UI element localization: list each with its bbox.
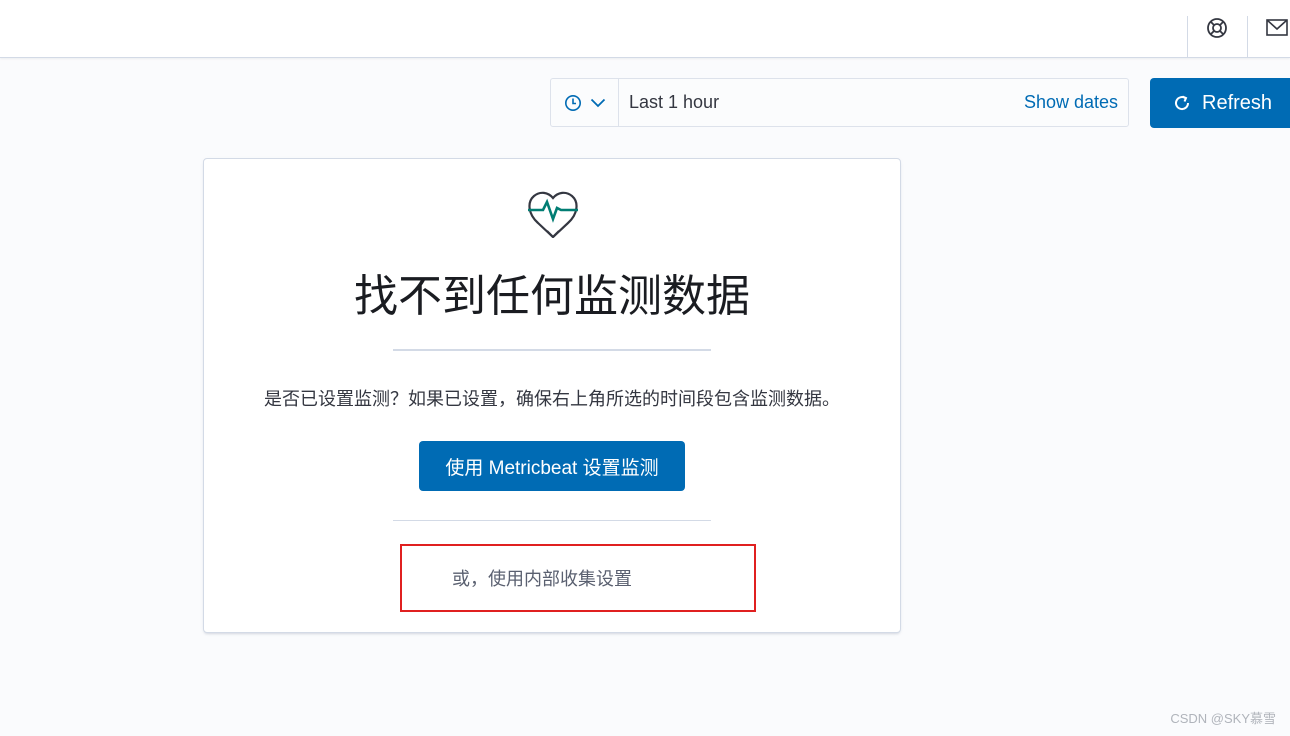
super-date-picker: Last 1 hour Show dates (550, 78, 1129, 127)
quick-select-button[interactable] (551, 79, 619, 126)
mail-icon[interactable] (1266, 19, 1288, 37)
watermark: CSDN @SKY慕雪 (1170, 711, 1276, 726)
panel-description: 是否已设置监测？如果已设置，确保右上角所选的时间段包含监测数据。 (264, 389, 840, 409)
clock-icon (564, 94, 581, 111)
heart-pulse-icon (528, 191, 578, 238)
chevron-down-icon (590, 98, 605, 107)
help-icon[interactable] (1206, 17, 1228, 39)
show-dates-link[interactable]: Show dates (1024, 79, 1118, 126)
date-range-label[interactable]: Last 1 hour (629, 79, 719, 126)
refresh-icon (1175, 95, 1190, 111)
top-header (0, 0, 1290, 58)
button-divider (393, 520, 711, 521)
header-divider (1187, 16, 1188, 57)
refresh-button[interactable]: Refresh (1150, 78, 1290, 128)
page-title: 找不到任何监测数据 (354, 272, 750, 321)
no-data-panel: 找不到任何监测数据 是否已设置监测？如果已设置，确保右上角所选的时间段包含监测数… (203, 158, 901, 633)
refresh-button-label: Refresh (1202, 91, 1273, 114)
setup-metricbeat-button[interactable]: 使用 Metricbeat 设置监测 (419, 441, 685, 491)
header-divider (1247, 16, 1248, 57)
title-divider (393, 349, 711, 351)
internal-collection-link[interactable]: 或，使用内部收集设置 (452, 565, 632, 591)
